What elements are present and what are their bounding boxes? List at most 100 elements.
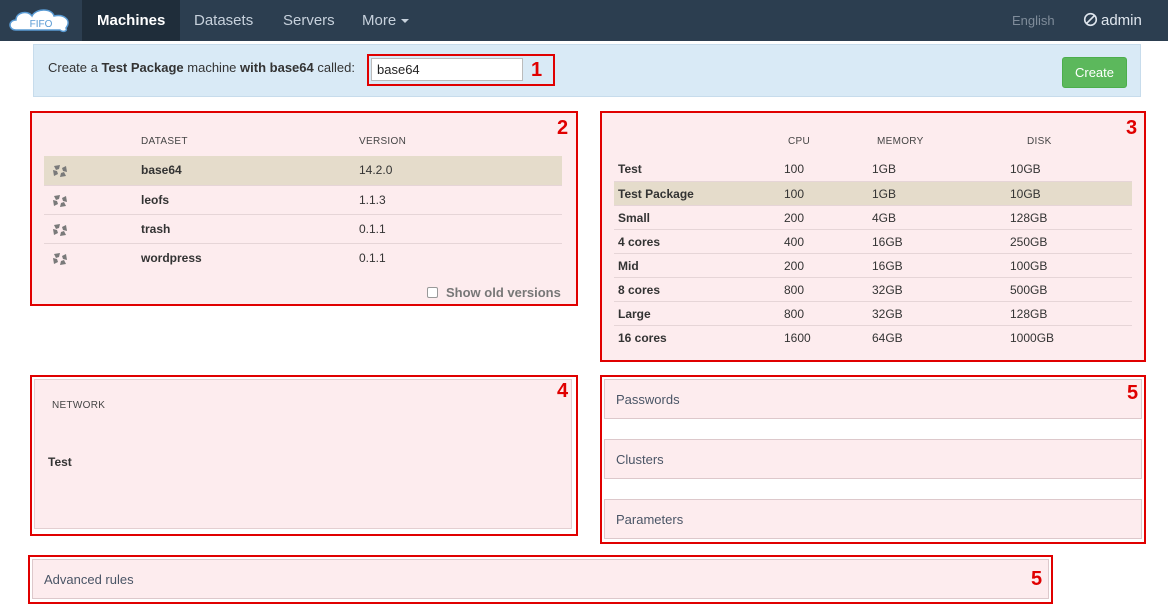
advanced-rules-label: Advanced rules	[44, 572, 134, 587]
package-name: Mid	[618, 259, 639, 273]
fifo-logo[interactable]: FIFO	[6, 6, 76, 36]
disk-column-header: DISK	[1027, 136, 1052, 147]
package-name: 16 cores	[618, 331, 667, 345]
create-prefix: Create a	[48, 60, 98, 75]
package-memory: 16GB	[872, 235, 903, 249]
show-old-versions-checkbox[interactable]	[427, 287, 438, 298]
package-cpu: 200	[784, 259, 805, 273]
dataset-row[interactable]: leofs 1.1.3	[44, 185, 562, 214]
parameters-label: Parameters	[616, 512, 684, 527]
package-memory: 1GB	[872, 162, 897, 176]
package-memory: 4GB	[872, 211, 897, 225]
nav-datasets-label: Datasets	[194, 12, 254, 29]
network-well	[34, 379, 572, 529]
annotation-number-2: 2	[557, 117, 569, 139]
nav-servers[interactable]: Servers	[268, 0, 350, 41]
package-disk: 128GB	[1010, 307, 1048, 321]
package-cpu: 400	[784, 235, 805, 249]
cpu-column-header: CPU	[788, 136, 811, 147]
package-row[interactable]: 16 cores 1600 64GB 1000GB	[614, 325, 1132, 349]
package-row[interactable]: Mid 200 16GB 100GB	[614, 253, 1132, 277]
dataset-os-icon	[53, 224, 67, 236]
create-middle: machine	[187, 60, 237, 75]
advanced-rules-accordion[interactable]: Advanced rules	[32, 559, 1049, 599]
dataset-name: trash	[141, 222, 171, 236]
package-name: Test Package	[618, 187, 694, 201]
annotation-number-3: 3	[1126, 117, 1138, 139]
package-name: Test	[618, 162, 642, 176]
create-sentence: Create a Test Package machine with base6…	[48, 60, 355, 75]
clusters-accordion[interactable]: Clusters	[604, 439, 1142, 479]
create-suffix: called:	[317, 60, 355, 75]
package-disk: 10GB	[1010, 187, 1041, 201]
dataset-os-icon	[53, 253, 67, 265]
package-row[interactable]: 8 cores 800 32GB 500GB	[614, 277, 1132, 301]
package-disk: 10GB	[1010, 162, 1041, 176]
package-cpu: 1600	[784, 331, 811, 345]
package-disk: 500GB	[1010, 283, 1048, 297]
package-memory: 64GB	[872, 331, 903, 345]
package-name: Large	[618, 307, 651, 321]
package-row[interactable]: 4 cores 400 16GB 250GB	[614, 229, 1132, 253]
dataset-version: 14.2.0	[359, 163, 393, 177]
annotation-number-4: 4	[557, 380, 569, 402]
package-cpu: 800	[784, 283, 805, 297]
package-name: 8 cores	[618, 283, 661, 297]
machine-name-input[interactable]	[371, 58, 523, 81]
network-header: NETWORK	[52, 400, 106, 411]
network-selected-value[interactable]: Test	[48, 455, 72, 469]
dataset-row[interactable]: wordpress 0.1.1	[44, 243, 562, 272]
dataset-version: 1.1.3	[359, 193, 386, 207]
nav-machines[interactable]: Machines	[82, 0, 181, 41]
user-menu-dropdown[interactable]: admin	[1068, 0, 1168, 65]
package-name: 4 cores	[618, 235, 661, 249]
package-disk: 1000GB	[1010, 331, 1055, 345]
package-memory: 32GB	[872, 307, 903, 321]
nav-more-dropdown[interactable]: More	[347, 0, 424, 41]
passwords-label: Passwords	[616, 392, 680, 407]
dataset-name: base64	[141, 163, 182, 177]
nav-more-label: More	[362, 12, 397, 29]
dataset-version: 0.1.1	[359, 251, 386, 265]
annotation-number-5-advanced: 5	[1031, 568, 1043, 590]
dataset-name: leofs	[141, 193, 170, 207]
package-disk: 128GB	[1010, 211, 1048, 225]
create-button[interactable]: Create	[1062, 57, 1127, 88]
package-row[interactable]: Small 200 4GB 128GB	[614, 205, 1132, 229]
language-link[interactable]: English	[997, 0, 1070, 41]
annotation-number-1: 1	[531, 59, 543, 81]
logo-text: FIFO	[30, 19, 53, 30]
annotation-number-5: 5	[1127, 382, 1139, 404]
passwords-accordion[interactable]: Passwords	[604, 379, 1142, 419]
package-memory: 32GB	[872, 283, 903, 297]
package-disk: 100GB	[1010, 259, 1048, 273]
parameters-accordion[interactable]: Parameters	[604, 499, 1142, 539]
dataset-os-icon	[53, 195, 67, 207]
memory-column-header: MEMORY	[877, 136, 924, 147]
nav-machines-label: Machines	[97, 12, 166, 29]
user-label: admin	[1101, 12, 1142, 29]
create-with: with	[240, 60, 267, 75]
dataset-row[interactable]: trash 0.1.1	[44, 214, 562, 243]
package-row[interactable]: Large 800 32GB 128GB	[614, 301, 1132, 325]
package-memory: 1GB	[872, 187, 897, 201]
nav-servers-label: Servers	[283, 12, 335, 29]
dataset-row[interactable]: base64 14.2.0	[44, 156, 562, 185]
package-cpu: 100	[784, 187, 805, 201]
package-cpu: 100	[784, 162, 805, 176]
selected-package: Test Package	[101, 60, 184, 75]
version-column-header: VERSION	[359, 136, 407, 147]
chevron-down-icon	[401, 19, 410, 24]
show-old-versions-label[interactable]: Show old versions	[446, 285, 561, 300]
ban-icon	[1083, 12, 1098, 27]
dataset-name: wordpress	[141, 251, 202, 265]
nav-datasets[interactable]: Datasets	[179, 0, 268, 41]
clusters-label: Clusters	[616, 452, 664, 467]
dataset-version: 0.1.1	[359, 222, 386, 236]
package-row[interactable]: Test Package 100 1GB 10GB	[614, 181, 1132, 205]
package-cpu: 800	[784, 307, 805, 321]
selected-dataset: base64	[269, 60, 314, 75]
package-row[interactable]: Test 100 1GB 10GB	[614, 157, 1132, 181]
dataset-column-header: DATASET	[141, 136, 188, 147]
language-label: English	[1012, 13, 1055, 28]
